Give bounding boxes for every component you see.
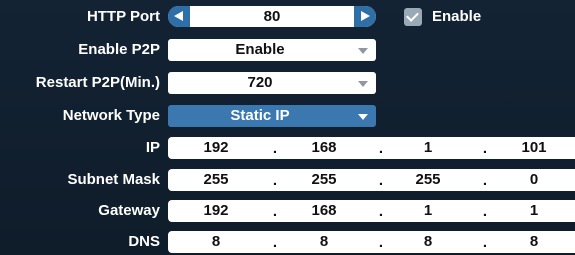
http-port-enable-label[interactable]: Enable — [432, 5, 481, 29]
gateway-octet-2[interactable]: 168 — [294, 200, 354, 222]
subnet-mask-field[interactable]: 255 . 255 . 255 . 0 — [168, 169, 575, 191]
gateway-row: Gateway 192 . 168 . 1 . 1 — [0, 199, 575, 223]
ip-separator: . — [378, 172, 384, 189]
ip-separator: . — [482, 234, 488, 251]
ip-separator: . — [272, 203, 278, 220]
triangle-right-icon — [361, 11, 370, 21]
http-port-increment-button[interactable] — [354, 6, 376, 27]
restart-p2p-dropdown[interactable]: 720 — [168, 72, 376, 94]
subnet-mask-label: Subnet Mask — [67, 171, 160, 188]
http-port-row: HTTP Port 80 Enable — [0, 5, 575, 29]
gateway-field[interactable]: 192 . 168 . 1 . 1 — [168, 200, 575, 222]
enable-p2p-row: Enable P2P Enable — [0, 38, 575, 62]
dns-octet-4[interactable]: 8 — [504, 231, 564, 253]
network-type-row: Network Type Static IP — [0, 104, 575, 128]
ip-octet-1[interactable]: 192 — [186, 137, 246, 159]
restart-p2p-label: Restart P2P(Min.) — [35, 74, 160, 91]
dns-field[interactable]: 8 . 8 . 8 . 8 — [168, 231, 575, 253]
http-port-decrement-button[interactable] — [168, 6, 190, 27]
subnet-mask-row: Subnet Mask 255 . 255 . 255 . 0 — [0, 168, 575, 192]
network-type-value: Static IP — [230, 107, 290, 124]
check-icon — [406, 9, 419, 22]
network-type-dropdown[interactable]: Static IP — [168, 105, 376, 127]
restart-p2p-value: 720 — [247, 74, 273, 91]
ip-separator: . — [482, 140, 488, 157]
gateway-octet-3[interactable]: 1 — [398, 200, 458, 222]
ip-octet-3[interactable]: 1 — [398, 137, 458, 159]
enable-p2p-label: Enable P2P — [78, 41, 160, 58]
chevron-down-icon — [358, 114, 368, 120]
dns-row: DNS 8 . 8 . 8 . 8 — [0, 230, 575, 254]
network-type-label: Network Type — [62, 107, 160, 124]
gateway-label: Gateway — [98, 202, 160, 219]
gateway-octet-1[interactable]: 192 — [186, 200, 246, 222]
ip-separator: . — [482, 203, 488, 220]
ip-octet-2[interactable]: 168 — [294, 137, 354, 159]
dns-octet-2[interactable]: 8 — [294, 231, 354, 253]
subnet-octet-3[interactable]: 255 — [398, 169, 458, 191]
dns-octet-1[interactable]: 8 — [186, 231, 246, 253]
chevron-down-icon — [358, 81, 368, 87]
ip-separator: . — [482, 172, 488, 189]
ip-separator: . — [272, 140, 278, 157]
ip-label: IP — [145, 139, 160, 156]
http-port-value[interactable]: 80 — [190, 6, 354, 27]
http-port-enable-checkbox[interactable] — [404, 8, 422, 26]
subnet-octet-1[interactable]: 255 — [186, 169, 246, 191]
enable-p2p-dropdown[interactable]: Enable — [168, 39, 376, 61]
ip-separator: . — [272, 172, 278, 189]
gateway-octet-4[interactable]: 1 — [504, 200, 564, 222]
subnet-octet-4[interactable]: 0 — [504, 169, 564, 191]
ip-field[interactable]: 192 . 168 . 1 . 101 — [168, 137, 575, 159]
ip-separator: . — [378, 203, 384, 220]
triangle-left-icon — [174, 11, 183, 21]
dns-label: DNS — [128, 233, 160, 250]
ip-row: IP 192 . 168 . 1 . 101 — [0, 136, 575, 160]
ip-octet-4[interactable]: 101 — [504, 137, 564, 159]
subnet-octet-2[interactable]: 255 — [294, 169, 354, 191]
ip-separator: . — [378, 234, 384, 251]
enable-p2p-value: Enable — [235, 41, 285, 58]
dns-octet-3[interactable]: 8 — [398, 231, 458, 253]
network-settings-panel: HTTP Port 80 Enable Enable P2P Enable Re… — [0, 0, 575, 255]
http-port-label: HTTP Port — [86, 8, 160, 25]
chevron-down-icon — [358, 48, 368, 54]
ip-separator: . — [272, 234, 278, 251]
http-port-spinner[interactable]: 80 — [168, 6, 376, 27]
restart-p2p-row: Restart P2P(Min.) 720 — [0, 71, 575, 95]
ip-separator: . — [378, 140, 384, 157]
